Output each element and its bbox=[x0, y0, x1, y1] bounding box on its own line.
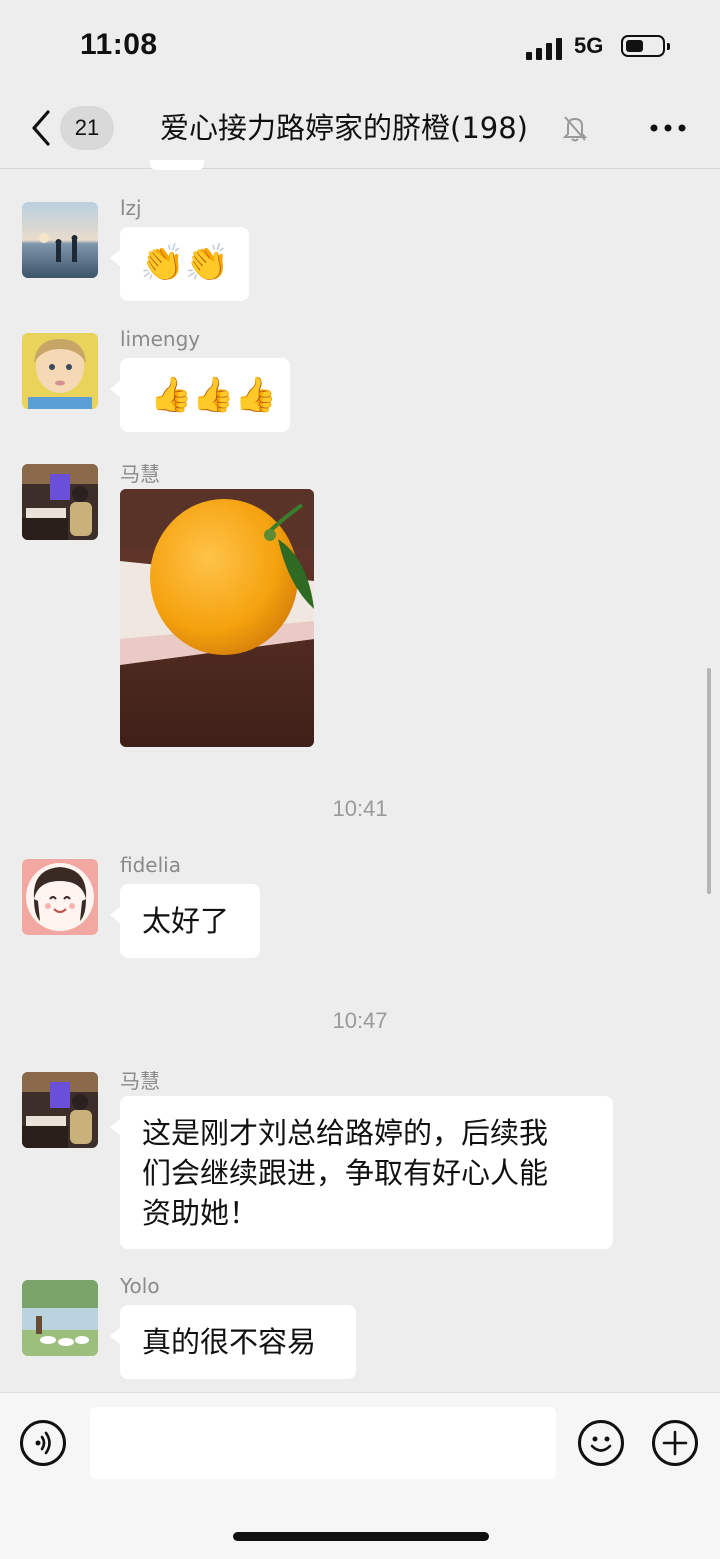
message-bubble[interactable]: 这是刚才刘总给路婷的，后续我 们会继续跟进，争取有好心人能 资助她！ bbox=[110, 1096, 613, 1249]
orange-photo bbox=[120, 489, 314, 747]
plus-icon bbox=[662, 1430, 688, 1456]
more-dots-icon bbox=[650, 124, 686, 132]
message-input[interactable] bbox=[90, 1407, 556, 1479]
battery-level bbox=[626, 40, 643, 52]
image-message[interactable] bbox=[120, 489, 314, 747]
bell-off-icon bbox=[562, 114, 588, 142]
sender-name: lzj bbox=[120, 196, 142, 220]
avatar-lzj[interactable] bbox=[22, 202, 98, 278]
message-bubble[interactable]: 太好了 bbox=[110, 884, 260, 958]
timestamp: 10:41 bbox=[332, 796, 388, 821]
timestamp: 10:47 bbox=[332, 1008, 388, 1033]
chevron-left-icon bbox=[32, 110, 50, 146]
chat-title: 爱心接力路婷家的脐橙(198) bbox=[160, 111, 528, 145]
sender-name: fidelia bbox=[120, 853, 181, 877]
avatar-yolo[interactable] bbox=[22, 1280, 98, 1356]
emoji-message: 👍👍👍 bbox=[150, 375, 278, 415]
message-text: 这是刚才刘总给路婷的，后续我 们会继续跟进，争取有好心人能 资助她！ bbox=[142, 1113, 548, 1233]
message-line: 资助她！ bbox=[142, 1196, 259, 1230]
voice-button[interactable] bbox=[20, 1420, 66, 1466]
add-button[interactable] bbox=[652, 1420, 698, 1466]
sender-name: 马慧 bbox=[120, 462, 160, 486]
message-bubble[interactable]: 👍👍👍 bbox=[110, 358, 290, 432]
battery-icon bbox=[621, 35, 670, 57]
sender-name: 马慧 bbox=[120, 1069, 160, 1093]
back-button[interactable] bbox=[28, 108, 58, 148]
emoji-icon bbox=[590, 1436, 612, 1452]
scrollbar[interactable] bbox=[707, 668, 711, 894]
more-button[interactable] bbox=[648, 116, 688, 140]
voice-icon bbox=[35, 1431, 51, 1455]
emoji-message: 👏👏 bbox=[140, 243, 230, 284]
avatar-mahui[interactable] bbox=[22, 464, 98, 540]
signal-icon bbox=[526, 36, 562, 60]
message-bubble[interactable]: 真的很不容易 bbox=[110, 1305, 356, 1379]
message-text: 真的很不容易 bbox=[142, 1325, 317, 1359]
message-text: 太好了 bbox=[142, 904, 230, 938]
avatar-fidelia[interactable] bbox=[22, 859, 98, 935]
avatar-mahui[interactable] bbox=[22, 1072, 98, 1148]
emoji-button[interactable] bbox=[578, 1420, 624, 1466]
unread-count-badge[interactable]: 21 bbox=[60, 106, 114, 150]
message-line: 这是刚才刘总给路婷的，后续我 bbox=[142, 1116, 549, 1150]
sender-name: Yolo bbox=[120, 1274, 160, 1298]
avatar-limengy[interactable] bbox=[22, 333, 98, 409]
home-indicator bbox=[233, 1532, 489, 1541]
message-bubble[interactable]: 👏👏 bbox=[110, 227, 249, 301]
sender-name: limengy bbox=[120, 327, 201, 351]
previous-message-bubble bbox=[150, 160, 204, 170]
status-time: 11:08 bbox=[80, 28, 158, 61]
network-type: 5G bbox=[574, 33, 604, 58]
message-line: 们会继续跟进，争取有好心人能 bbox=[142, 1156, 549, 1190]
